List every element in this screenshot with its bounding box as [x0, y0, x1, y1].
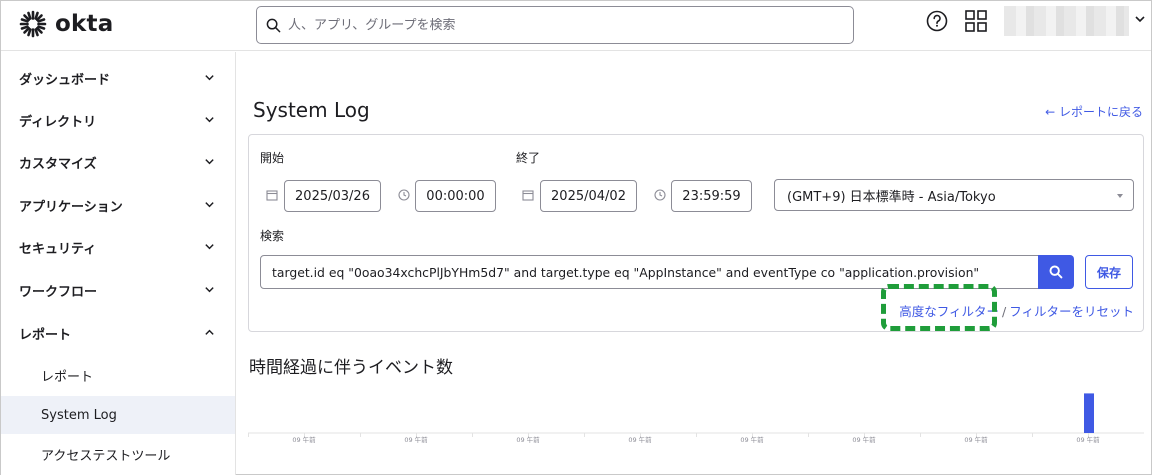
back-to-reports-link[interactable]: ← レポートに戻る [1045, 103, 1143, 120]
chart-bar [1084, 393, 1094, 433]
search-label: 検索 [260, 229, 285, 243]
sidebar-item-security[interactable]: セキュリティ [1, 226, 235, 268]
chart-tick-label: 09 午前 [964, 435, 988, 444]
end-date-input[interactable]: 2025/04/02 [540, 180, 637, 212]
sidebar-nav: ダッシュボード ディレクトリ カスタマイズ アプリケーション セキュリティ ワー… [1, 52, 236, 475]
chart-title: 時間経過に伴うイベント数 [249, 358, 453, 378]
search-input[interactable] [288, 17, 828, 33]
start-time-input[interactable]: 00:00:00 [415, 180, 496, 212]
chevron-down-icon[interactable] [1134, 13, 1146, 25]
clock-icon [654, 189, 666, 201]
sidebar-subitem-label: System Log [41, 407, 117, 423]
sidebar-item-workflow[interactable]: ワークフロー [1, 269, 235, 311]
chart-tick-label: 09 午前 [740, 435, 764, 444]
chart-tick-label: 09 午前 [852, 435, 876, 444]
logo-text: okta [55, 11, 114, 37]
sidebar-subitem-system-log[interactable]: System Log [1, 396, 235, 434]
chevron-down-icon [205, 244, 214, 250]
save-button[interactable]: 保存 [1085, 255, 1133, 289]
start-date-input[interactable]: 2025/03/26 [284, 180, 381, 212]
sidebar-item-reports[interactable]: レポート [1, 312, 235, 354]
sidebar-item-label: ダッシュボード [19, 72, 111, 88]
chevron-up-icon [205, 329, 214, 335]
sidebar-item-dashboard[interactable]: ダッシュボード [1, 57, 235, 99]
sidebar-subitem-access-test-tool[interactable]: アクセステストツール [1, 435, 235, 473]
annotation-highlight-box [881, 284, 997, 331]
page-title: System Log [253, 98, 370, 122]
start-label: 開始 [260, 151, 285, 165]
chevron-down-icon [205, 75, 214, 81]
sidebar-item-label: レポート [19, 327, 72, 343]
search-icon [266, 18, 281, 32]
sidebar-item-label: アプリケーション [19, 199, 123, 215]
sidebar-item-applications[interactable]: アプリケーション [1, 184, 235, 226]
timezone-select[interactable]: (GMT+9) 日本標準時 - Asia/Tokyo [774, 179, 1134, 211]
global-search[interactable] [256, 6, 854, 44]
chevron-down-icon [205, 287, 214, 293]
sidebar-item-label: カスタマイズ [19, 156, 97, 172]
end-label: 終了 [516, 151, 541, 165]
chevron-down-icon [205, 159, 214, 165]
top-header: okta [1, 1, 1151, 51]
chevron-down-icon [205, 202, 214, 208]
chart-tick-label: 09 午前 [292, 435, 316, 444]
link-separator: / [1002, 304, 1007, 319]
events-over-time-chart: 09 午前 09 午前 09 午前 09 午前 09 午前 09 午前 09 午前 09 午前 [248, 393, 1144, 444]
sidebar-item-directory[interactable]: ディレクトリ [1, 99, 235, 141]
end-time-input[interactable]: 23:59:59 [671, 180, 752, 212]
calendar-icon [266, 190, 278, 201]
timezone-value: (GMT+9) 日本標準時 - Asia/Tokyo [787, 189, 996, 205]
help-icon[interactable] [926, 10, 948, 32]
search-icon [1049, 265, 1063, 279]
filter-panel: 開始 終了 2025/03/26 00:00:00 2025/04/02 23:… [248, 134, 1144, 332]
sidebar-subitem-reports[interactable]: レポート [1, 356, 235, 394]
sidebar-item-customize[interactable]: カスタマイズ [1, 141, 235, 183]
calendar-icon [522, 190, 534, 201]
sidebar-subitem-label: レポート [41, 369, 94, 385]
chart-tick-label: 09 午前 [628, 435, 652, 444]
sidebar-item-label: ディレクトリ [19, 114, 97, 130]
sidebar-item-label: セキュリティ [19, 241, 97, 257]
chart-tick-label: 09 午前 [1076, 435, 1100, 444]
reset-filter-link[interactable]: フィルターをリセット [1009, 304, 1134, 319]
chart-tick-label: 09 午前 [516, 435, 540, 444]
okta-logo[interactable]: okta [19, 10, 113, 38]
sidebar-subitem-label: アクセステストツール [41, 448, 171, 464]
chart-tick-label: 09 午前 [404, 435, 428, 444]
sidebar-item-label: ワークフロー [19, 284, 98, 300]
okta-sunburst-icon [19, 10, 47, 38]
clock-icon [398, 189, 410, 201]
search-submit-button[interactable] [1038, 255, 1074, 289]
user-menu-redacted[interactable] [1004, 6, 1129, 36]
chevron-down-icon [205, 117, 214, 123]
app-grid-icon[interactable] [964, 9, 988, 33]
caret-down-icon [1117, 194, 1123, 198]
